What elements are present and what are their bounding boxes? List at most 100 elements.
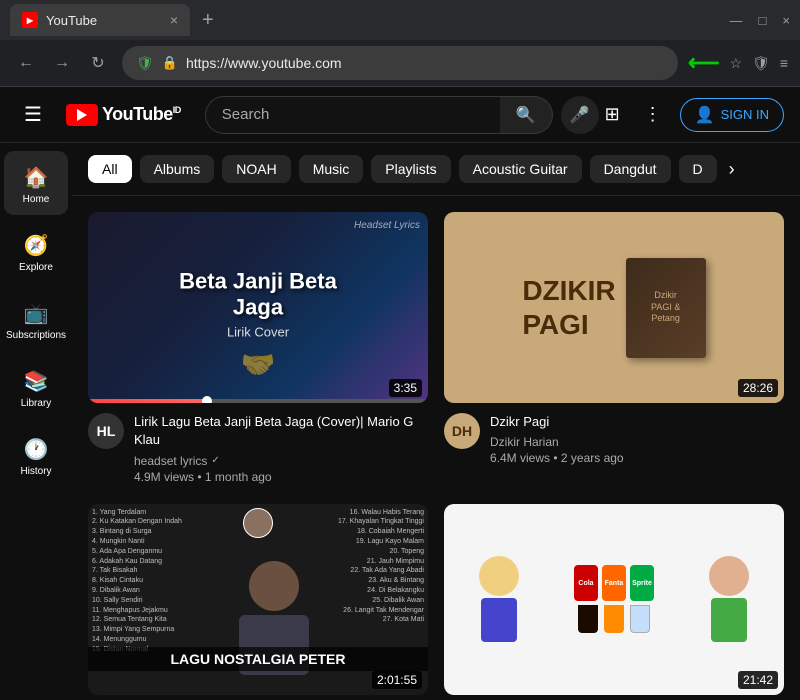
youtube-body: 🏠 Home 🧭 Explore 📺 Subscriptions 📚 Libra… [0, 143, 800, 700]
lock-icon: 🔒 [162, 55, 178, 71]
minimize-button[interactable]: — [730, 13, 743, 28]
chip-all[interactable]: All [88, 155, 132, 183]
chip-albums[interactable]: Albums [140, 155, 215, 183]
header-right-icons: ⊞ ⋮ 👤 SIGN IN [599, 98, 784, 132]
tab-favicon-icon: ▶ [22, 12, 38, 28]
video-card-3[interactable]: 1. Yang Terdalam 2. Ku Katakan Dengan In… [88, 504, 428, 700]
video-channel-2: Dzikir Harian [490, 435, 784, 449]
video-card-1[interactable]: Headset Lyrics Beta Janji Beta Jaga Liri… [88, 212, 428, 488]
new-tab-button[interactable]: + [202, 9, 214, 32]
back-button[interactable]: ← [12, 49, 40, 77]
browser-address-bar: ← → ↻ 🛡 🔒 https://www.youtube.com ⟵ ☆ 🛡 … [0, 40, 800, 86]
search-button[interactable]: 🔍 [500, 96, 553, 134]
sidebar-item-history[interactable]: 🕐 History [4, 423, 68, 487]
sign-in-button[interactable]: 👤 SIGN IN [680, 98, 784, 132]
video-info-2: DH Dzikr Pagi Dzikir Harian 6.4M views •… [444, 403, 784, 469]
video-card-2[interactable]: DZIKIRPAGI DzikirPAGI &Petang 28:26 DH D… [444, 212, 784, 488]
sprite-can: Sprite [630, 565, 654, 601]
window-controls: — □ × [730, 13, 790, 28]
video-info-1: HL Lirik Lagu Beta Janji Beta Jaga (Cove… [88, 403, 428, 487]
youtube-play-icon [77, 109, 87, 121]
sidebar-explore-label: Explore [19, 262, 53, 273]
close-window-button[interactable]: × [782, 13, 790, 28]
more-options-button[interactable]: ⋮ [638, 98, 668, 131]
cola-can: Cola [574, 565, 598, 601]
browser-chrome: ▶ YouTube × + — □ × ← → ↻ 🛡 🔒 https://ww… [0, 0, 800, 87]
thumb1-hands-decoration: 🤝 [88, 348, 428, 381]
explore-icon: 🧭 [24, 233, 49, 258]
chips-next-button[interactable]: › [729, 159, 735, 180]
cups-area: Cola Fanta Sprite [574, 565, 654, 633]
video-duration-2: 28:26 [738, 379, 778, 397]
sidebar-item-home[interactable]: 🏠 Home [4, 151, 68, 215]
grid-apps-button[interactable]: ⊞ [599, 98, 626, 131]
chip-dangdut[interactable]: Dangdut [590, 155, 671, 183]
chip-acoustic-guitar[interactable]: Acoustic Guitar [459, 155, 582, 183]
history-icon: 🕐 [24, 437, 49, 462]
video-card-4[interactable]: Cola Fanta Sprite [444, 504, 784, 700]
video-info-4: KF Kids Cola Experiment Kids Fun 12M vie… [444, 695, 784, 700]
star-icon[interactable]: ☆ [729, 55, 742, 72]
youtube-logo[interactable]: YouTubeID [66, 104, 181, 126]
thumb2-content: DZIKIRPAGI DzikirPAGI &Petang [512, 248, 715, 368]
thumb1-overlay-text: Beta Janji Beta Jaga Lirik Cover [173, 268, 343, 340]
tab-close-button[interactable]: × [170, 12, 178, 28]
subscriptions-icon: 📺 [24, 301, 49, 326]
video-meta-2: Dzikr Pagi Dzikir Harian 6.4M views • 2 … [490, 413, 784, 465]
video-title-2: Dzikr Pagi [490, 413, 784, 431]
cola-cans: Cola Fanta Sprite [574, 565, 654, 601]
nav-buttons: ← → ↻ [12, 49, 112, 77]
chip-noah[interactable]: NOAH [222, 155, 290, 183]
video-duration-1: 3:35 [389, 379, 422, 397]
browser-tab[interactable]: ▶ YouTube × [10, 4, 190, 36]
kid-body-right [711, 598, 747, 642]
hamburger-menu-button[interactable]: ☰ [16, 94, 50, 135]
video-thumbnail-2: DZIKIRPAGI DzikirPAGI &Petang 28:26 [444, 212, 784, 403]
library-icon: 📚 [24, 369, 49, 394]
search-input[interactable] [205, 96, 500, 134]
shield-icon: 🛡 [136, 55, 154, 72]
video-channel-1: headset lyrics ✓ [134, 454, 428, 468]
cup-clear [630, 605, 650, 633]
chip-playlists[interactable]: Playlists [371, 155, 450, 183]
browser-menu-icon[interactable]: ≡ [780, 55, 788, 71]
forward-button[interactable]: → [48, 49, 76, 77]
video-stats-1: 4.9M views • 1 month ago [134, 470, 428, 484]
chip-music[interactable]: Music [299, 155, 364, 183]
sidebar-item-subscriptions[interactable]: 📺 Subscriptions [4, 287, 68, 351]
video-duration-4: 21:42 [738, 671, 778, 689]
address-right-icons: ☆ 🛡 ≡ [729, 55, 788, 72]
watermark-text: Headset Lyrics [354, 220, 420, 231]
thumb3-list-left: 1. Yang Terdalam 2. Ku Katakan Dengan In… [92, 508, 182, 655]
video-thumbnail-4: Cola Fanta Sprite [444, 504, 784, 695]
youtube-logo-superscript: ID [173, 105, 181, 115]
video-progress-bar [88, 399, 428, 403]
voice-search-button[interactable]: 🎤 [561, 96, 599, 134]
maximize-button[interactable]: □ [759, 13, 767, 28]
video-info-3: N LAGU NOSTALGIA PETER Nostalgia Music 2… [88, 695, 428, 700]
thumb2-book: DzikirPAGI &Petang [626, 258, 706, 358]
sign-in-icon: 👤 [695, 105, 715, 125]
sidebar-subscriptions-label: Subscriptions [6, 330, 66, 341]
sidebar-item-library[interactable]: 📚 Library [4, 355, 68, 419]
thumb1-subtitle: Lirik Cover [173, 325, 343, 340]
youtube-logo-icon [66, 104, 98, 126]
refresh-button[interactable]: ↻ [84, 49, 112, 77]
channel-avatar-1: HL [88, 413, 124, 449]
sidebar-item-explore[interactable]: 🧭 Explore [4, 219, 68, 283]
youtube-main-content: All Albums NOAH Music Playlists Acoustic… [72, 143, 800, 700]
sidebar-library-label: Library [21, 398, 52, 409]
kid-head-left [479, 556, 519, 596]
address-bar[interactable]: 🛡 🔒 https://www.youtube.com [122, 46, 678, 80]
kid-figure-right [709, 556, 749, 642]
thumb3-list-right: 16. Walau Habis Terang 17. Khayalan Ting… [338, 508, 424, 626]
kid-figure-left [479, 556, 519, 642]
kid-head-right [709, 556, 749, 596]
tab-title: YouTube [46, 13, 162, 28]
youtube-sidebar: 🏠 Home 🧭 Explore 📺 Subscriptions 📚 Libra… [0, 143, 72, 700]
chip-more[interactable]: D [679, 155, 717, 183]
video-thumbnail-1: Headset Lyrics Beta Janji Beta Jaga Liri… [88, 212, 428, 403]
thumb2-title-text: DZIKIRPAGI [522, 274, 615, 341]
video-progress-dot [202, 396, 212, 403]
shield-extension-icon[interactable]: 🛡 [752, 55, 770, 72]
